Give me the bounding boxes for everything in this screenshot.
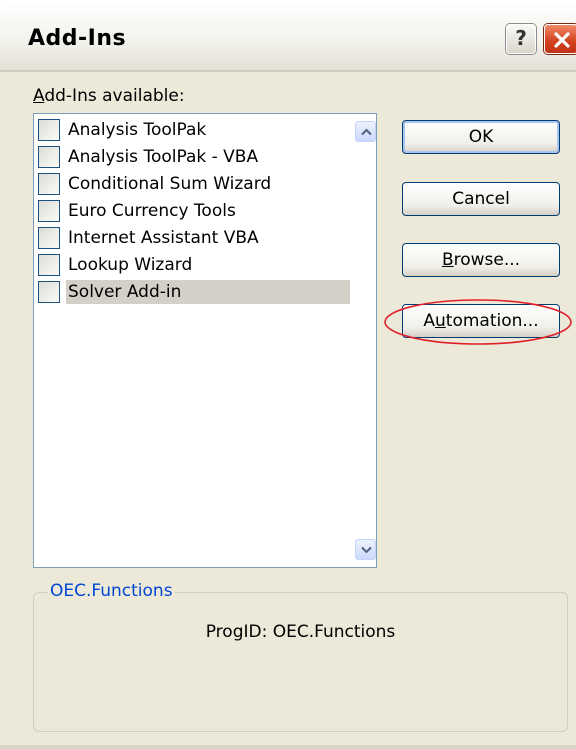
list-item-internet-assistant-vba[interactable]: Internet Assistant VBA [36,226,348,250]
checkbox[interactable] [38,173,60,195]
dialog-title: Add-Ins [28,26,127,51]
label-rest: dd-Ins available: [44,86,185,106]
close-button[interactable] [544,24,576,54]
label-accel: A [33,86,45,106]
list-item-analysis-toolpak[interactable]: Analysis ToolPak [36,118,348,142]
checkbox[interactable] [38,281,60,303]
close-icon [554,32,570,48]
browse-button[interactable]: Browse... [402,243,560,277]
chevron-up-icon [361,128,372,136]
checkbox[interactable] [38,119,60,141]
scroll-up-button[interactable] [355,121,376,142]
add-ins-dialog: Add-Ins ? Add-Ins available: Analysis To… [0,0,576,749]
add-ins-list[interactable]: Analysis ToolPak Analysis ToolPak - VBA … [33,113,377,568]
item-label: Solver Add-in [66,280,350,304]
add-ins-available-label: Add-Ins available: [33,86,185,106]
ok-button[interactable]: OK [402,120,560,154]
highlight-ellipse [384,299,572,345]
list-item-analysis-toolpak-vba[interactable]: Analysis ToolPak - VBA [36,145,348,169]
item-label: Internet Assistant VBA [68,228,259,248]
checkbox[interactable] [38,146,60,168]
list-item-euro-currency-tools[interactable]: Euro Currency Tools [36,199,348,223]
browse-rest: rowse... [453,250,521,270]
checkbox[interactable] [38,200,60,222]
help-icon: ? [515,26,527,50]
title-bar[interactable]: Add-Ins ? [0,0,576,72]
item-label: Conditional Sum Wizard [68,174,272,194]
item-label: Analysis ToolPak [68,120,207,140]
item-label: Analysis ToolPak - VBA [68,147,259,167]
item-label: Lookup Wizard [68,255,193,275]
group-title: OEC.Functions [48,581,175,601]
list-item-lookup-wizard[interactable]: Lookup Wizard [36,253,348,277]
item-label: Euro Currency Tools [68,201,236,221]
browse-accel: B [441,250,454,270]
progid-text: ProgID: OEC.Functions [205,622,396,642]
cancel-button[interactable]: Cancel [402,182,560,216]
vertical-scrollbar[interactable] [354,115,376,566]
checkbox[interactable] [38,227,60,249]
checkbox[interactable] [38,254,60,276]
scroll-down-button[interactable] [355,539,376,560]
list-item-solver-add-in[interactable]: Solver Add-in [36,280,350,304]
chevron-down-icon [361,546,372,554]
list-item-conditional-sum-wizard[interactable]: Conditional Sum Wizard [36,172,348,196]
details-groupbox [33,592,568,732]
dialog-bottom-edge [0,745,576,749]
help-button[interactable]: ? [506,24,536,54]
